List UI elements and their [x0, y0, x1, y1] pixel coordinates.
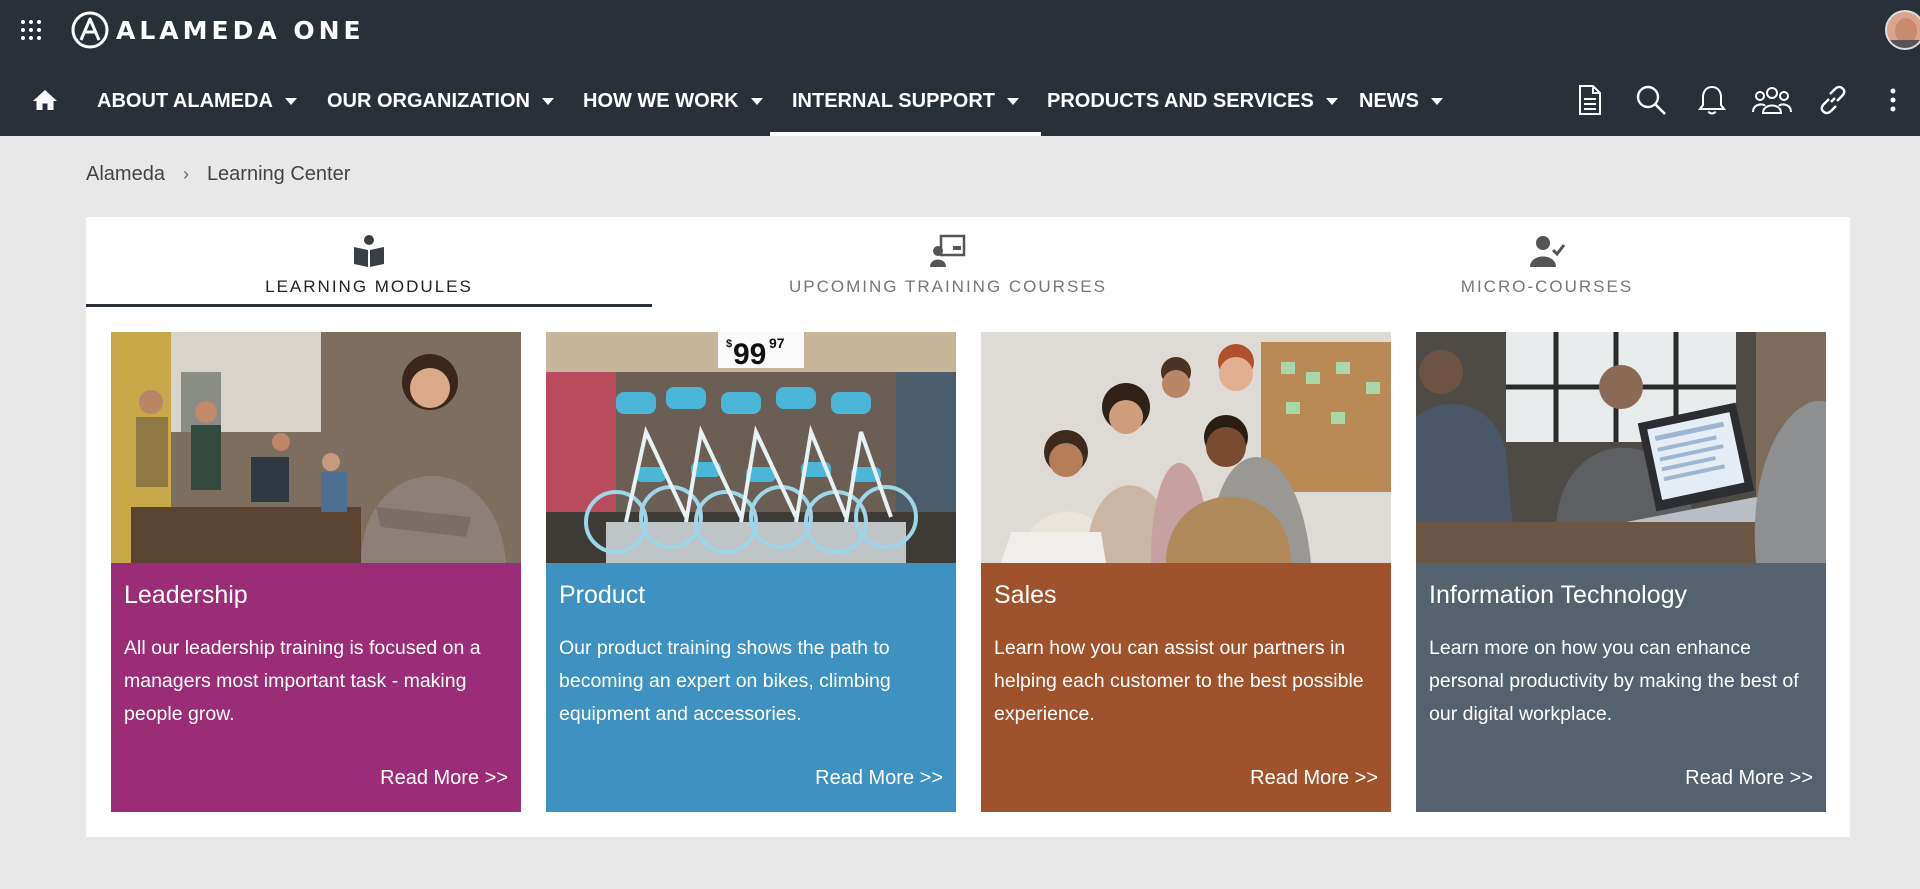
read-more-link[interactable]: Read More >> — [1250, 767, 1378, 790]
card-description: Learn more on how you can enhance person… — [1429, 637, 1799, 725]
breadcrumb-separator: › — [182, 164, 189, 184]
nav-products-and-services[interactable]: PRODUCTS AND SERVICES — [1047, 66, 1338, 136]
card-product[interactable]: $ 99 97 Product Our product training sho… — [546, 332, 956, 812]
card-description: All our leadership training is focused o… — [124, 637, 481, 725]
main-navigation: ABOUT ALAMEDA OUR ORGANIZATION HOW WE WO… — [0, 66, 1920, 136]
caret-down-icon — [1325, 97, 1338, 105]
card-description: Our product training shows the path to b… — [559, 637, 891, 725]
tab-micro-courses[interactable]: MICRO-COURSES — [1244, 217, 1850, 307]
logo[interactable]: ALAMEDA ONE — [70, 10, 365, 50]
top-header: ALAMEDA ONE ABOUT ALAMEDA OUR ORGANIZATI… — [0, 0, 1920, 136]
sales-photo — [981, 332, 1391, 563]
learning-center-panel: LEARNING MODULES UPCOMING TRAINING COURS… — [86, 217, 1850, 837]
tab-label: MICRO-COURSES — [1460, 277, 1634, 296]
nav-how-we-work[interactable]: HOW WE WORK — [583, 66, 763, 136]
read-more-link[interactable]: Read More >> — [380, 767, 508, 790]
nav-internal-support[interactable]: INTERNAL SUPPORT — [770, 66, 1041, 136]
breadcrumb-item-alameda[interactable]: Alameda — [86, 163, 165, 186]
people-icon[interactable] — [1752, 80, 1792, 120]
nav-item-label: HOW WE WORK — [583, 89, 739, 112]
card-body: Product Our product training shows the p… — [546, 563, 956, 812]
nav-item-label: NEWS — [1359, 89, 1419, 112]
breadcrumb: Alameda › Learning Center — [86, 163, 350, 186]
card-title: Product — [559, 581, 646, 609]
caret-down-icon — [1431, 97, 1443, 105]
reading-person-icon — [354, 235, 384, 267]
tab-label: UPCOMING TRAINING COURSES — [789, 277, 1107, 296]
read-more-link[interactable]: Read More >> — [815, 767, 943, 790]
caret-down-icon — [750, 97, 763, 105]
user-avatar[interactable] — [1885, 10, 1920, 50]
svg-text:97: 97 — [769, 335, 785, 351]
card-body: Leadership All our leadership training i… — [111, 563, 521, 812]
nav-item-label: ABOUT ALAMEDA — [97, 89, 273, 112]
svg-text:$: $ — [726, 338, 732, 350]
nav-item-label: PRODUCTS AND SERVICES — [1047, 89, 1314, 112]
user-check-icon — [1530, 236, 1566, 267]
svg-text:99: 99 — [733, 338, 766, 371]
bell-icon[interactable] — [1692, 80, 1732, 120]
read-more-link[interactable]: Read More >> — [1685, 767, 1813, 790]
search-icon[interactable] — [1631, 80, 1671, 120]
card-title: Leadership — [124, 581, 248, 609]
logo-mark-icon — [71, 11, 109, 49]
nav-our-organization[interactable]: OUR ORGANIZATION — [327, 66, 554, 136]
presentation-icon — [930, 234, 966, 267]
nav-item-label: INTERNAL SUPPORT — [792, 89, 995, 112]
breadcrumb-item-learning-center: Learning Center — [206, 163, 351, 185]
card-body: Information Technology Learn more on how… — [1416, 563, 1826, 812]
product-photo: $ 99 97 — [546, 332, 956, 563]
home-icon[interactable] — [32, 88, 58, 112]
information-technology-photo — [1416, 332, 1826, 563]
card-title: Sales — [994, 581, 1057, 609]
apps-grid-icon[interactable] — [20, 19, 42, 41]
tab-upcoming-training-courses[interactable]: UPCOMING TRAINING COURSES — [652, 217, 1244, 307]
card-leadership[interactable]: Leadership All our leadership training i… — [111, 332, 521, 812]
caret-down-icon — [1006, 97, 1019, 105]
tab-learning-modules[interactable]: LEARNING MODULES — [86, 217, 652, 307]
more-vertical-icon[interactable] — [1873, 80, 1913, 120]
nav-news[interactable]: NEWS — [1359, 66, 1443, 136]
caret-down-icon — [541, 97, 554, 105]
card-title: Information Technology — [1429, 581, 1688, 609]
caret-down-icon — [284, 97, 297, 105]
logo-text: ALAMEDA ONE — [116, 15, 365, 45]
nav-about-alameda[interactable]: ABOUT ALAMEDA — [97, 66, 297, 136]
card-description: Learn how you can assist our partners in… — [994, 637, 1364, 725]
brand-bar: ALAMEDA ONE — [0, 0, 1920, 62]
card-sales[interactable]: Sales Learn how you can assist our partn… — [981, 332, 1391, 812]
card-body: Sales Learn how you can assist our partn… — [981, 563, 1391, 812]
document-icon[interactable] — [1570, 80, 1610, 120]
link-icon[interactable] — [1813, 80, 1853, 120]
leadership-photo — [111, 332, 521, 563]
nav-item-label: OUR ORGANIZATION — [327, 89, 530, 112]
card-information-technology[interactable]: Information Technology Learn more on how… — [1416, 332, 1826, 812]
tab-label: LEARNING MODULES — [265, 277, 473, 296]
